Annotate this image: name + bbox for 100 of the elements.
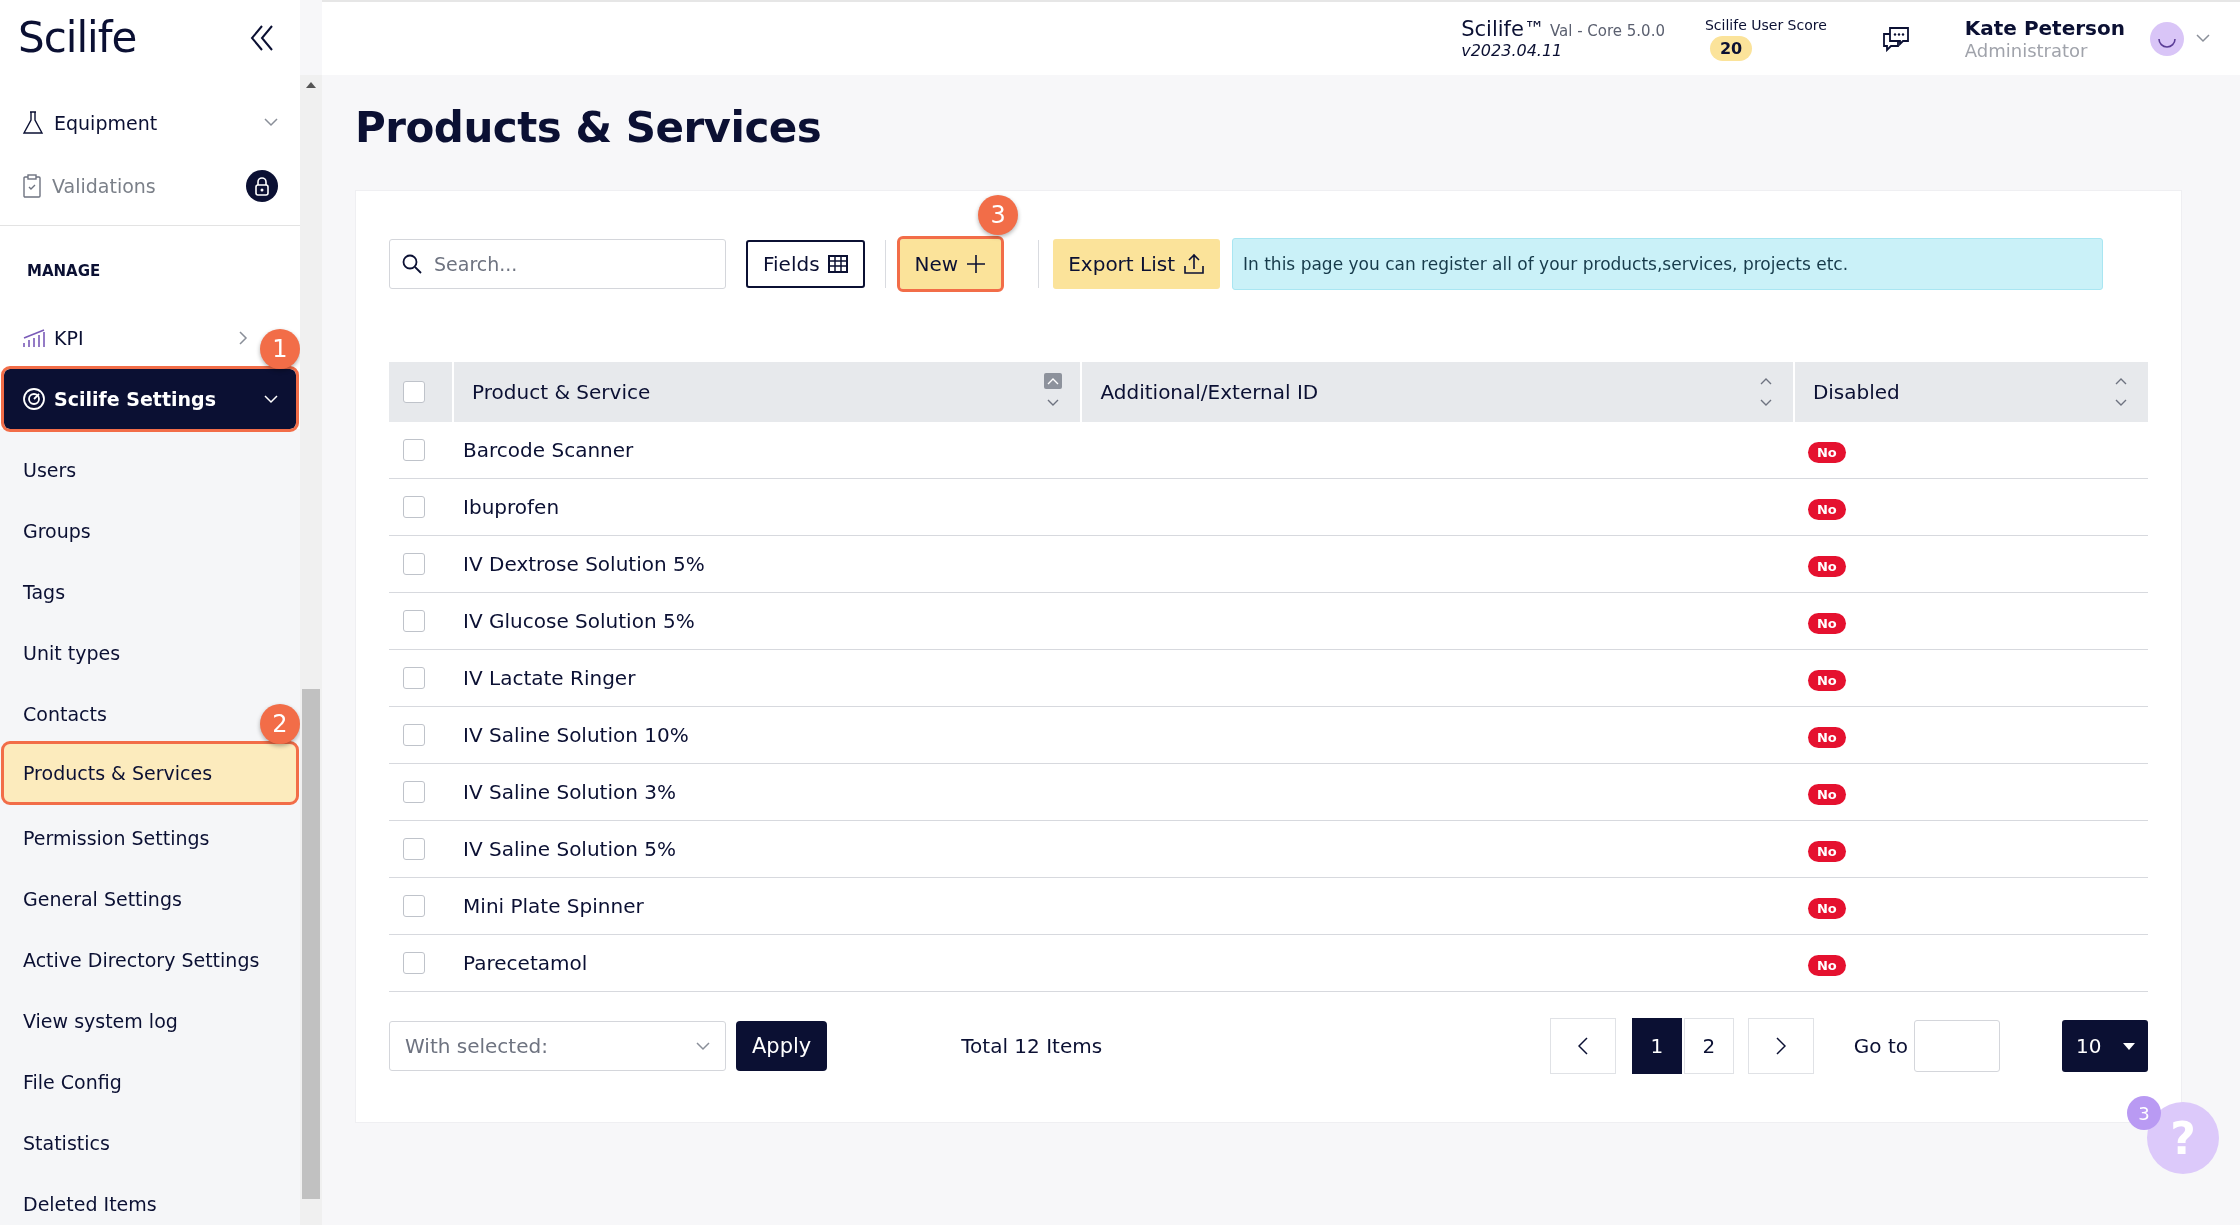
nav-item[interactable]: Groups [0,500,264,561]
apply-button[interactable]: Apply [736,1021,828,1071]
nav-item[interactable]: Active Directory Settings [0,929,264,990]
table-cell: Barcode Scanner [463,438,634,462]
version-number: v2023.04.11 [1461,41,1564,60]
row-checkbox[interactable] [403,610,425,632]
export-button[interactable]: Export List [1053,239,1220,289]
section-heading: MANAGE [26,261,102,282]
row-checkbox[interactable] [403,838,425,860]
chevron-down-icon [264,118,278,127]
bulk-action-dropdown[interactable]: With selected: [389,1021,726,1071]
total-count: Total 12 Items [961,1034,1104,1058]
goto-field[interactable] [1914,1020,2000,1072]
row-checkbox[interactable] [403,781,425,803]
status-badge: No [1807,612,1846,634]
step-badge: 1 [260,329,300,369]
chevron-down-icon [2196,34,2210,43]
column-header[interactable]: Product & Service [472,380,651,404]
row-checkbox[interactable] [403,667,425,689]
status-badge: No [1807,726,1846,748]
nav-item[interactable]: Permission Settings [0,807,264,868]
page-title: Products & Services [355,103,823,152]
upload-icon [1183,253,1205,275]
page-button[interactable]: 1 [1631,1018,1682,1074]
chevron-left-icon [1577,1037,1588,1055]
logo: Scilife [18,13,137,62]
table-cell: IV Glucose Solution 5% [463,609,695,633]
step-badge: 3 [978,195,1019,235]
table-cell: Ibuprofen [463,495,560,519]
chevron-down-icon [696,1041,710,1051]
score-label: Scilife User Score [1705,16,1827,33]
user-role: Administrator [1964,40,2089,61]
table-cell: IV Dextrose Solution 5% [463,552,705,576]
plus-icon [966,254,987,274]
status-badge: No [1807,783,1846,805]
row-checkbox[interactable] [403,724,425,746]
nav-item[interactable]: Scilife Settings [4,369,296,429]
row-checkbox[interactable] [403,952,425,974]
column-header[interactable]: Disabled [1812,380,1900,404]
search-field[interactable]: Search... [389,239,726,289]
select-all-checkbox[interactable] [403,381,425,403]
nav-item[interactable]: KPI [0,306,256,369]
nav-item[interactable]: Products & Services [4,744,296,802]
next-page-button[interactable] [1747,1018,1814,1074]
status-badge: No [1807,954,1846,976]
nav-item[interactable]: Users [0,439,264,500]
nav-item[interactable]: General Settings [0,868,264,929]
nav-item[interactable]: Statistics [0,1112,264,1173]
scroll-up-icon[interactable] [305,81,317,89]
scrollbar[interactable] [300,75,322,1225]
nav-item[interactable]: File Config [0,1051,264,1112]
caret-down-icon [2122,1041,2136,1051]
notification-badge: 3 [2127,1096,2161,1130]
nav-item[interactable]: Equipment [0,91,300,154]
score-badge: 20 [1710,35,1753,61]
column-header[interactable]: Additional/External ID [1100,380,1319,404]
table-cell: Mini Plate Spinner [463,894,644,918]
fields-button[interactable]: Fields [746,240,865,288]
table-cell: IV Saline Solution 5% [463,837,676,861]
previous-page-button[interactable] [1549,1018,1616,1074]
nav-item[interactable]: View system log [0,990,264,1051]
step-badge: 2 [260,704,300,744]
chevron-down-icon [264,394,278,404]
table-icon [827,255,848,273]
page-button[interactable]: 2 [1683,1018,1734,1074]
status-badge: No [1807,441,1846,463]
goto-label: Go to [1853,1034,1908,1058]
chat-icon[interactable] [1881,25,1910,52]
collapse-icon[interactable] [250,24,274,51]
lock-icon [246,169,278,202]
status-badge: No [1807,669,1846,691]
chevron-right-icon [239,330,248,345]
row-checkbox[interactable] [403,895,425,917]
chevron-right-icon [1775,1037,1786,1055]
nav-item[interactable]: Tags [0,561,264,622]
status-badge: No [1807,498,1846,520]
user-name: Kate Peterson [1964,16,2125,40]
table-cell: IV Saline Solution 3% [463,780,676,804]
table-cell: IV Lactate Ringer [463,666,636,690]
new-button[interactable]: New [899,239,1002,289]
product-version: Scilife™ Val - Core 5.0.0 [1461,17,1665,41]
scrollbar-thumb[interactable] [302,689,320,1199]
row-checkbox[interactable] [403,496,425,518]
table-cell: Parecetamol [463,951,588,975]
search-icon [402,254,422,274]
status-badge: No [1807,840,1846,862]
page-size-dropdown[interactable]: 10 [2062,1020,2148,1072]
flask-icon [22,110,44,135]
nav-item[interactable]: Unit types [0,622,264,683]
info-banner: In this page you can register all of your products,services, projects etc. [1232,238,2103,290]
row-checkbox[interactable] [403,553,425,575]
status-badge: No [1807,555,1846,577]
avatar-icon[interactable] [2150,21,2184,56]
clipboard-icon [22,173,42,198]
status-badge: No [1807,897,1846,919]
row-checkbox[interactable] [403,439,425,461]
gauge-icon [22,387,46,411]
bar-chart-icon [22,327,46,348]
nav-item[interactable]: Deleted Items [0,1173,264,1225]
table-cell: IV Saline Solution 10% [463,723,689,747]
